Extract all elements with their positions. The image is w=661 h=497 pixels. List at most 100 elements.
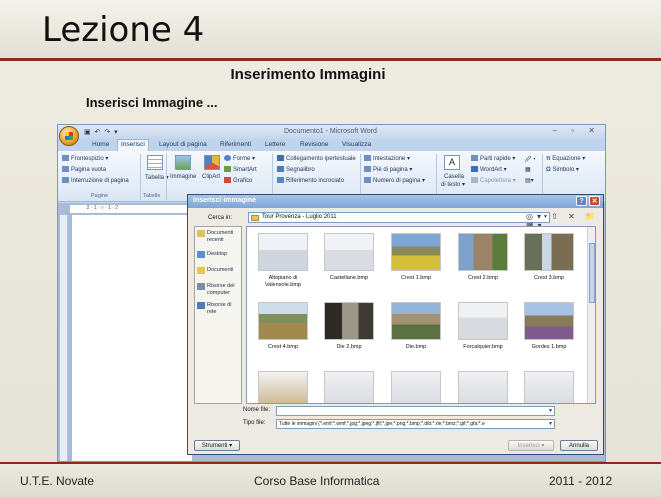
insert-picture-dialog: Inserisci immagine ? ✕ Cerca in: Tour Pr… — [187, 194, 604, 455]
look-in-value: Tour Provenza - Luglio 2011 — [262, 214, 337, 220]
file-name: Forcalquier.bmp — [463, 344, 503, 350]
interruzione-button[interactable]: Interruzione di pagina — [62, 177, 129, 184]
chevron-down-icon[interactable]: ▼ — [548, 420, 553, 428]
window-title: Documento1 - Microsoft Word — [284, 128, 377, 135]
collegamento-button[interactable]: Collegamento ipertestuale — [277, 155, 356, 162]
chevron-down-icon[interactable]: ▼ — [548, 407, 553, 415]
tab-lettere[interactable]: Lettere — [265, 141, 285, 148]
close-icon[interactable]: ✕ — [589, 196, 600, 206]
tab-home[interactable]: Home — [92, 141, 109, 148]
table-icon[interactable] — [147, 155, 163, 170]
casella-label[interactable]: Casella — [444, 174, 464, 180]
filetype-label: Tipo file: — [243, 420, 266, 426]
file-thumbnail[interactable]: Die.bmp — [386, 298, 446, 368]
filetype-select[interactable]: Tutte le immagini (*.emf;*.wmf;*.jpg;*.j… — [276, 419, 555, 429]
place-documenti[interactable]: Documenti — [197, 267, 233, 274]
simbolo-button[interactable]: Ω Simbolo ▾ — [546, 166, 579, 173]
help-icon[interactable]: ? — [576, 196, 587, 206]
smartart-icon — [224, 166, 231, 172]
tab-riferimenti[interactable]: Riferimenti — [220, 141, 251, 148]
wordart-button[interactable]: WordArt ▾ — [471, 166, 507, 173]
forme-button[interactable]: Forme ▾ — [224, 155, 255, 162]
pagina-vuota-button[interactable]: Pagina vuota — [62, 166, 106, 173]
immagine-button[interactable]: Immagine — [170, 174, 196, 180]
thumbnail-image — [524, 302, 574, 340]
thumbnail-image — [324, 302, 374, 340]
scrollbar-thumb[interactable] — [589, 243, 595, 303]
clipart-icon[interactable] — [204, 155, 220, 170]
vertical-ruler[interactable] — [60, 215, 68, 461]
page-break-icon — [62, 177, 69, 183]
header-icon — [364, 155, 371, 161]
frontespizio-button[interactable]: Frontespizio ▾ — [62, 155, 108, 162]
smartart-button[interactable]: SmartArt — [224, 166, 257, 173]
window-controls[interactable]: – ▫ ✕ — [553, 126, 601, 135]
tools-button[interactable]: Strumenti ▾ — [194, 440, 240, 451]
file-thumbnail[interactable] — [386, 367, 446, 403]
thumbnail-image — [324, 371, 374, 403]
picture-icon[interactable] — [175, 155, 191, 170]
clipart-button[interactable]: ClipArt — [202, 174, 220, 180]
filename-input[interactable]: ▼ — [276, 406, 555, 416]
group-separator — [166, 154, 167, 200]
dropcap-icon — [471, 177, 478, 183]
grafico-button[interactable]: Grafico — [224, 177, 252, 184]
filename-label: Nome file: — [243, 407, 271, 413]
file-name: Castellane.bmp — [329, 275, 369, 281]
document-page[interactable] — [72, 215, 192, 461]
datetime-icon[interactable]: ▦ — [525, 166, 531, 173]
textbox-icon[interactable]: A — [444, 155, 460, 170]
place-documenti-recenti[interactable]: Documenti recenti — [197, 230, 241, 244]
footer-center: Corso Base Informatica — [254, 474, 380, 488]
file-thumbnail[interactable] — [453, 367, 513, 403]
tab-revisione[interactable]: Revisione — [300, 141, 329, 148]
word-titlebar: ▣ ↶ ↷ ▾ Documento1 - Microsoft Word – ▫ … — [58, 125, 605, 139]
equazione-button[interactable]: π Equazione ▾ — [546, 155, 585, 162]
file-thumbnail[interactable]: Crest 3.bmp — [519, 229, 579, 299]
tab-visualizza[interactable]: Visualizza — [342, 141, 371, 148]
slide-subheading: Inserisci Immagine ... — [86, 95, 218, 110]
place-risorse-computer[interactable]: Risorse del computer — [197, 283, 241, 297]
parti-rapide-button[interactable]: Parti rapide ▾ — [471, 155, 515, 162]
group-pagine: Pagine — [91, 193, 109, 199]
place-risorse-rete[interactable]: Risorse di rete — [197, 302, 241, 316]
recent-documents-icon — [197, 230, 205, 237]
bookmark-icon — [277, 166, 284, 172]
pie-pagina-button[interactable]: Piè di pagina ▾ — [364, 166, 412, 173]
tab-layout[interactable]: Layout di pagina — [159, 141, 207, 148]
look-in-select[interactable]: Tour Provenza - Luglio 2011 ▼ — [248, 212, 550, 223]
file-thumbnail[interactable]: Die 2.bmp — [319, 298, 379, 368]
numero-pagina-button[interactable]: Numero di pagina ▾ — [364, 177, 425, 184]
vertical-scrollbar[interactable] — [587, 227, 595, 403]
file-thumbnail[interactable] — [519, 367, 579, 403]
file-thumbnail[interactable]: Gordes 1.bmp — [519, 298, 579, 368]
file-thumbnail[interactable] — [253, 367, 313, 403]
riferimento-button[interactable]: Riferimento incrociato — [277, 177, 344, 184]
file-name: Die 2.bmp — [336, 344, 362, 350]
file-name: Die.bmp — [405, 344, 427, 350]
file-thumbnail[interactable]: Crest 4.bmp — [253, 298, 313, 368]
signature-line-icon[interactable]: 🖉▾ — [525, 155, 538, 165]
file-thumbnail[interactable]: Castellane.bmp — [319, 229, 379, 299]
quick-access-toolbar[interactable]: ▣ ↶ ↷ ▾ — [84, 128, 119, 136]
file-thumbnail[interactable] — [319, 367, 379, 403]
thumbnail-image — [458, 302, 508, 340]
place-desktop[interactable]: Desktop — [197, 251, 227, 258]
capolettera-button[interactable]: Capolettera ▾ — [471, 177, 516, 184]
shapes-icon — [224, 155, 231, 161]
slide-title: Lezione 4 — [42, 10, 205, 50]
file-thumbnail[interactable]: Forcalquier.bmp — [453, 298, 513, 368]
file-list[interactable]: Altopiano di Valensole.bmp Castellane.bm… — [246, 226, 596, 404]
tab-inserisci[interactable]: Inserisci — [117, 139, 149, 151]
thumbnail-image — [258, 233, 308, 271]
segnalibro-button[interactable]: Segnalibro — [277, 166, 315, 173]
office-button-icon[interactable] — [59, 126, 79, 146]
di-testo-label[interactable]: di testo ▾ — [441, 181, 465, 188]
insert-button[interactable]: Inserisci ▾ — [508, 440, 554, 451]
intestazione-button[interactable]: Intestazione ▾ — [364, 155, 410, 162]
file-thumbnail[interactable]: Crest 2.bmp — [453, 229, 513, 299]
file-thumbnail[interactable]: Crest 1.bmp — [386, 229, 446, 299]
object-icon[interactable]: ▤▾ — [525, 177, 534, 184]
file-thumbnail[interactable]: Altopiano di Valensole.bmp — [253, 229, 313, 299]
cancel-button[interactable]: Annulla — [560, 440, 598, 451]
